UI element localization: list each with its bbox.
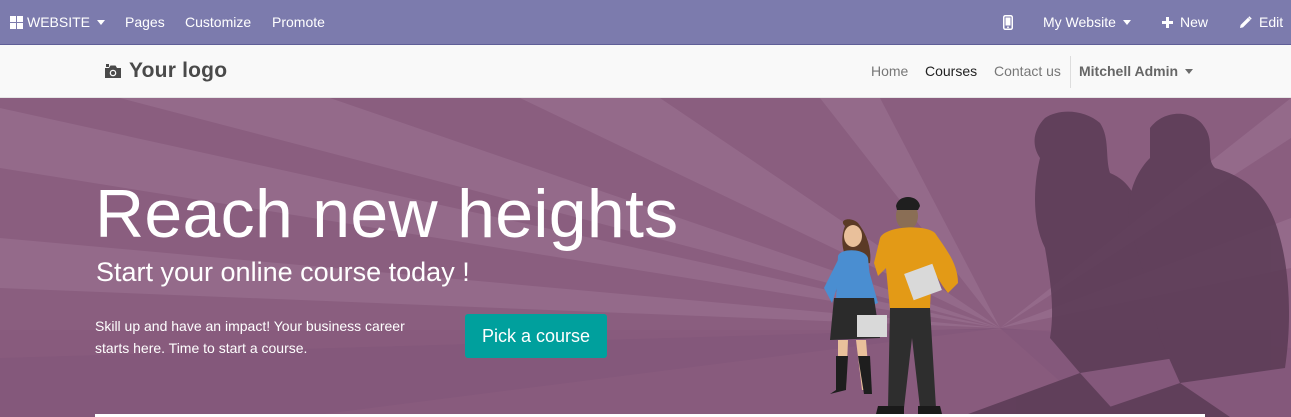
hero-banner: Reach new heights Start your online cour…	[0, 98, 1291, 417]
edit-button[interactable]: Edit	[1239, 0, 1283, 44]
edit-label: Edit	[1259, 14, 1284, 30]
camera-icon	[105, 63, 121, 78]
nav-contact-label: Contact us	[994, 63, 1061, 79]
pencil-icon	[1240, 15, 1252, 28]
nav-divider	[1070, 56, 1071, 88]
customize-menu[interactable]: Customize	[185, 0, 251, 44]
apps-grid-icon	[10, 15, 23, 29]
nav-courses[interactable]: Courses	[925, 45, 977, 97]
new-label: New	[1180, 14, 1209, 30]
mobile-icon	[1003, 14, 1013, 30]
promote-label: Promote	[272, 14, 325, 30]
promote-menu[interactable]: Promote	[272, 0, 325, 44]
plus-icon	[1162, 16, 1173, 28]
nav-contact-us[interactable]: Contact us	[994, 45, 1061, 97]
nav-home-label: Home	[871, 63, 909, 79]
my-website-menu[interactable]: My Website	[1043, 0, 1131, 44]
user-name: Mitchell Admin	[1079, 63, 1179, 79]
hero-subtitle: Start your online course today !	[96, 257, 470, 287]
customize-label: Customize	[185, 14, 252, 30]
chevron-down-icon	[97, 20, 106, 25]
user-menu[interactable]: Mitchell Admin	[1079, 45, 1194, 97]
my-website-label: My Website	[1043, 14, 1116, 30]
pick-a-course-button[interactable]: Pick a course	[465, 314, 607, 358]
site-header: Your logo Home Courses Contact us Mitche…	[0, 44, 1291, 98]
new-button[interactable]: New	[1162, 0, 1208, 44]
nav-courses-label: Courses	[925, 63, 978, 79]
admin-bar: WEBSITE Pages Customize Promote My Websi…	[0, 0, 1291, 44]
hero-description: Skill up and have an impact! Your busine…	[95, 318, 405, 356]
pages-menu[interactable]: Pages	[125, 0, 165, 44]
mobile-preview-button[interactable]	[1003, 0, 1013, 44]
pages-label: Pages	[125, 14, 165, 30]
hero-title: Reach new heights	[95, 176, 679, 252]
chevron-down-icon	[1122, 20, 1131, 25]
website-menu[interactable]: WEBSITE	[10, 0, 106, 44]
logo-text: Your logo	[129, 59, 228, 82]
chevron-down-icon	[1185, 69, 1194, 74]
site-logo[interactable]: Your logo	[104, 59, 227, 83]
nav-home[interactable]: Home	[871, 45, 908, 97]
website-menu-label: WEBSITE	[27, 14, 91, 30]
